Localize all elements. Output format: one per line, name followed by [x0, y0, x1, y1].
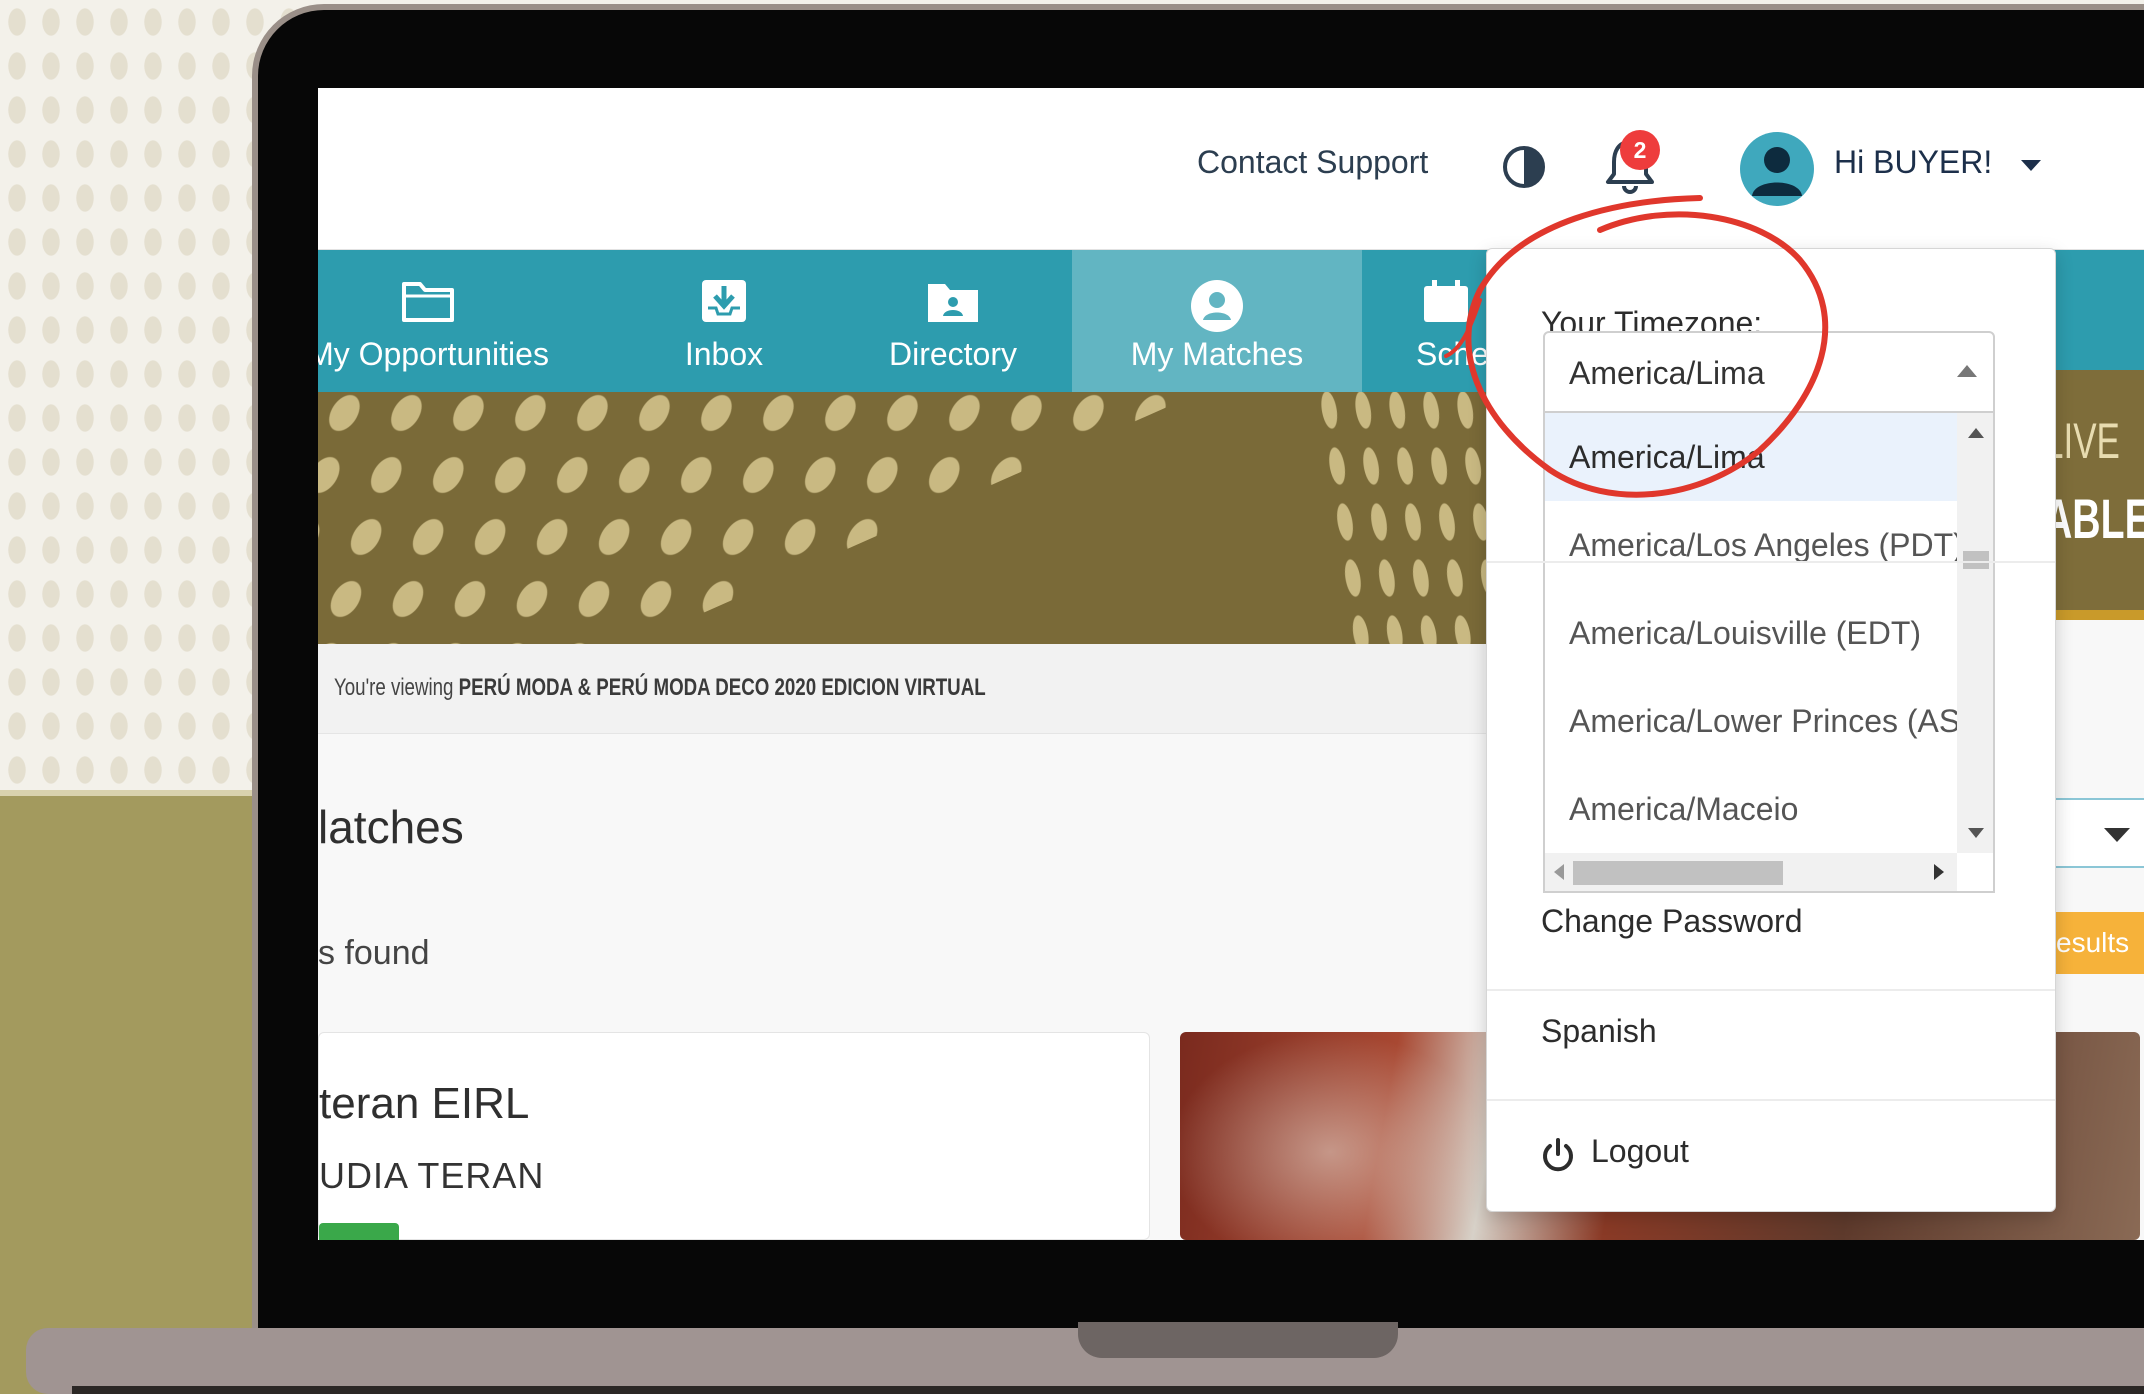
nav-item-my-opportunities[interactable]: My Opportunities	[318, 250, 578, 392]
power-icon[interactable]	[1541, 1137, 1575, 1173]
user-circle-icon	[1191, 280, 1243, 332]
nav-item-label: Directory	[888, 336, 1017, 372]
chevron-down-icon[interactable]	[2102, 826, 2132, 844]
chevron-up-icon[interactable]	[1955, 363, 1979, 379]
inbox-icon	[702, 280, 746, 322]
event-name: PERÚ MODA & PERÚ MODA DECO 2020 EDICION …	[458, 674, 986, 701]
nav-item-directory[interactable]: Directory	[858, 250, 1048, 392]
timezone-option[interactable]: America/Maceio	[1545, 765, 1957, 853]
logout-item[interactable]: Logout	[1591, 1133, 1689, 1170]
banner-pattern	[318, 392, 1223, 644]
nav-item-my-matches[interactable]: My Matches	[1072, 250, 1362, 392]
results-count: s found	[318, 934, 430, 972]
horizontal-scrollbar[interactable]	[1545, 853, 1957, 891]
nav-item-label: Inbox	[684, 336, 764, 372]
menu-divider	[1487, 1099, 2055, 1101]
scroll-right-arrow-icon[interactable]	[1933, 863, 1945, 881]
chevron-down-icon[interactable]	[2020, 158, 2042, 172]
timezone-option[interactable]: America/Lower Princes (AST)	[1545, 677, 1957, 765]
event-banner	[318, 392, 1508, 644]
event-viewing-prefix: You're viewing	[334, 674, 454, 701]
vertical-scrollbar[interactable]	[1957, 413, 1993, 853]
folder-icon	[402, 282, 454, 322]
scroll-up-arrow-icon[interactable]	[1967, 427, 1985, 439]
scroll-down-arrow-icon[interactable]	[1967, 827, 1985, 839]
match-contact-name: UDIA TERAN	[319, 1155, 545, 1196]
nav-item-inbox[interactable]: Inbox	[648, 250, 800, 392]
directory-icon	[928, 284, 978, 322]
nav-item-label: My Matches	[1130, 336, 1304, 372]
promo-text: ABLE	[2044, 487, 2144, 550]
contact-support-link[interactable]: Contact Support	[1197, 144, 1428, 181]
event-viewing-text: You're viewing PERÚ MODA & PERÚ MODA DEC…	[334, 674, 986, 702]
scrollbar-thumb[interactable]	[1573, 861, 1783, 885]
match-card[interactable]: teran EIRL UDIA TERAN	[318, 1032, 1150, 1240]
scrollbar-thumb[interactable]	[1963, 551, 1989, 569]
change-password-item[interactable]: Change Password	[1541, 903, 1802, 940]
match-company-name: teran EIRL	[319, 1079, 530, 1128]
user-greeting[interactable]: Hi BUYER!	[1834, 144, 1992, 181]
menu-divider	[1487, 989, 2055, 991]
timezone-option[interactable]: America/Louisville (EDT)	[1545, 589, 1957, 677]
menu-divider	[1487, 561, 2055, 563]
laptop-base-shadow	[72, 1386, 2144, 1394]
annotation-circle	[1444, 195, 1829, 498]
laptop-notch	[1078, 1322, 1398, 1358]
status-badge	[319, 1223, 399, 1240]
event-bar: You're viewing PERÚ MODA & PERÚ MODA DEC…	[318, 644, 1508, 734]
notification-badge: 2	[1620, 130, 1660, 170]
scroll-left-arrow-icon[interactable]	[1553, 863, 1565, 881]
results-button[interactable]: esults	[2052, 912, 2144, 974]
language-item[interactable]: Spanish	[1541, 1013, 1657, 1050]
page-title: latches	[318, 801, 464, 853]
background-divider	[0, 790, 260, 796]
nav-item-label: My Opportunities	[318, 336, 549, 372]
